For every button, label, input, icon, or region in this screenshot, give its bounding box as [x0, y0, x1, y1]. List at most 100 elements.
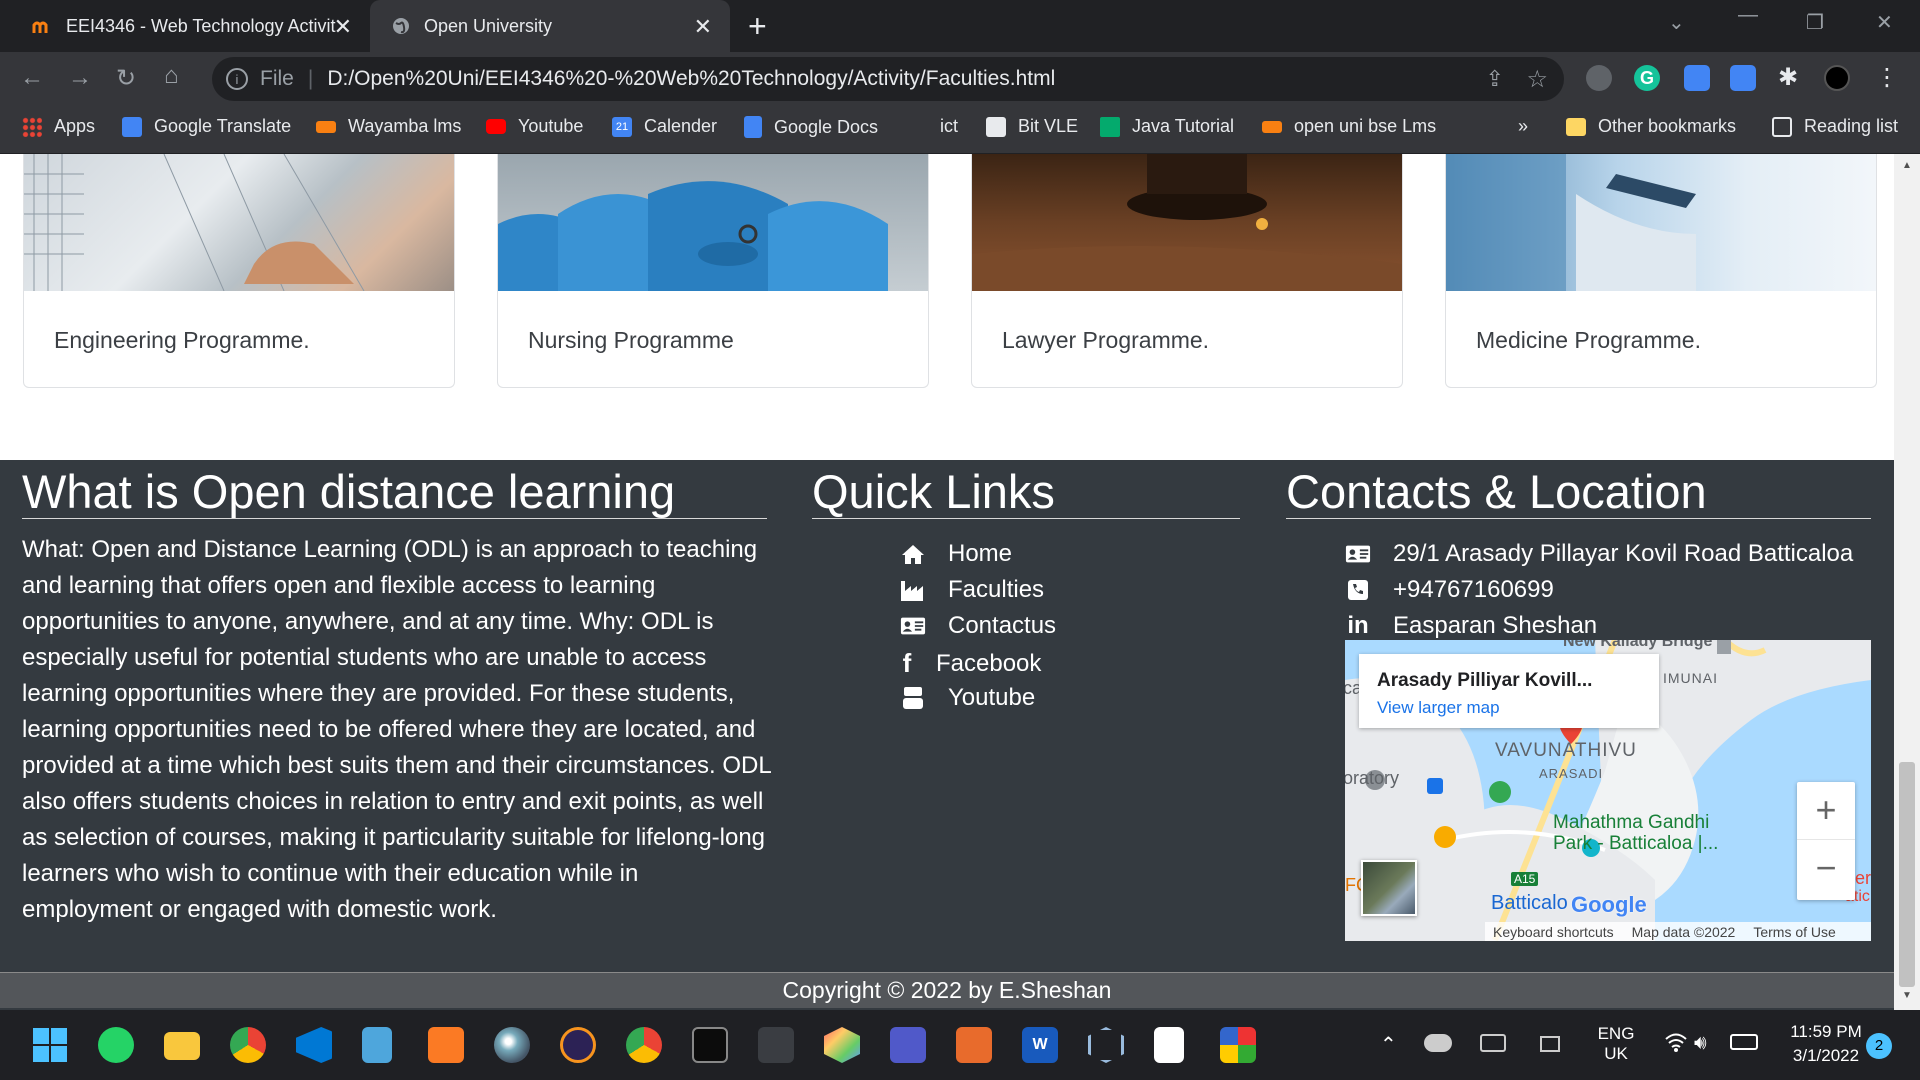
quick-link-facebook[interactable]: f Facebook — [900, 648, 1042, 679]
quick-link-youtube[interactable]: Youtube — [900, 684, 1035, 712]
terms-of-use-link[interactable]: Terms of Use — [1753, 924, 1835, 940]
tab-search-icon[interactable]: ⌄ — [1668, 10, 1685, 35]
teams-icon[interactable] — [890, 1027, 926, 1063]
tab-web-technology[interactable]: EEI4346 - Web Technology Activit ✕ — [14, 0, 370, 52]
quick-link-label: Faculties — [948, 576, 1045, 603]
keyboard-shortcuts-link[interactable]: Keyboard shortcuts — [1493, 924, 1614, 940]
scroll-up-arrow-icon[interactable]: ▲ — [1902, 160, 1912, 171]
close-icon[interactable]: ✕ — [694, 14, 712, 40]
virtualbox-icon[interactable] — [1088, 1027, 1124, 1063]
reading-list-button[interactable]: Reading list — [1772, 116, 1898, 137]
chrome-icon[interactable] — [230, 1027, 266, 1063]
windows-taskbar: W ⌃ ENG UK 🔊︎ 11:59 PM 3/1/2022 2 — [0, 1010, 1920, 1080]
bookmark-label: ict — [940, 116, 958, 136]
zoom-out-button[interactable]: − — [1797, 840, 1855, 898]
office-app-icon[interactable] — [956, 1027, 992, 1063]
quick-link-contactus[interactable]: Contactus — [900, 612, 1056, 640]
3d-box-icon[interactable] — [824, 1027, 860, 1063]
terminal-icon[interactable] — [692, 1027, 728, 1063]
bookmark-label: Bit VLE — [1018, 116, 1079, 136]
forward-arrow-icon[interactable]: → — [68, 64, 92, 92]
google-map[interactable]: New Kallady Bridge IMUNAI VAVUNATHIVU AR… — [1345, 640, 1871, 941]
menu-dots-icon[interactable]: ⋮ — [1874, 65, 1900, 91]
scrollbar-thumb[interactable] — [1899, 762, 1915, 987]
xampp-icon[interactable] — [428, 1027, 464, 1063]
grammarly-icon[interactable]: G — [1634, 65, 1660, 91]
chevron-up-icon[interactable]: ⌃ — [1380, 1032, 1397, 1057]
bookmark-wayamba-lms[interactable]: Wayamba lms — [316, 116, 461, 137]
medicine-image — [1446, 154, 1876, 291]
avatar[interactable] — [1824, 65, 1850, 91]
map-label-arasadi: ARASADI — [1539, 766, 1604, 781]
bookmark-google-docs[interactable]: Google Docs — [744, 116, 878, 138]
tab-open-university[interactable]: Open University ✕ — [370, 0, 730, 52]
puzzle-icon[interactable]: ✱ — [1778, 65, 1804, 91]
eclipse-icon[interactable] — [560, 1027, 596, 1063]
chevron-double-right-icon: » — [1518, 116, 1529, 136]
url-text[interactable]: D:/Open%20Uni/EEI4346%20-%20Web%20Techno… — [327, 67, 1055, 91]
whatsapp-icon[interactable] — [98, 1027, 134, 1063]
satellite-toggle[interactable] — [1361, 860, 1417, 916]
color-grid-app-icon[interactable] — [1220, 1027, 1256, 1063]
google-translate-extension-icon[interactable] — [1730, 65, 1756, 91]
bookmark-calender[interactable]: 21 Calender — [612, 116, 717, 137]
bookmark-star-icon[interactable]: ☆ — [1526, 65, 1548, 94]
speaker-icon[interactable]: 🔊︎ — [1694, 1032, 1707, 1055]
paint-icon[interactable] — [494, 1027, 530, 1063]
snipping-tool-icon[interactable] — [758, 1027, 794, 1063]
view-larger-map-link[interactable]: View larger map — [1377, 698, 1500, 718]
restore-button[interactable]: ❐ — [1806, 10, 1824, 35]
file-explorer-icon[interactable] — [164, 1032, 200, 1060]
share-icon[interactable]: ⇪ — [1486, 66, 1504, 92]
bookmark-google-translate[interactable]: Google Translate — [122, 116, 291, 137]
wifi-icon[interactable] — [1664, 1032, 1688, 1058]
bookmark-java-tutorial[interactable]: Java Tutorial — [1100, 116, 1234, 137]
quick-link-faculties[interactable]: Faculties — [900, 576, 1044, 604]
address-bar[interactable]: i File | D:/Open%20Uni/EEI4346%20-%20Web… — [212, 57, 1564, 101]
bookmark-bit-vle[interactable]: Bit VLE — [986, 116, 1078, 137]
document-python-icon[interactable] — [1154, 1027, 1184, 1063]
page-scrollbar[interactable]: ▲ ▼ — [1894, 154, 1920, 1010]
chrome-icon[interactable] — [626, 1027, 662, 1063]
reload-icon[interactable]: ↻ — [116, 64, 136, 93]
windows-start-icon[interactable] — [32, 1027, 68, 1063]
close-window-button[interactable]: ✕ — [1876, 10, 1893, 35]
onedrive-icon[interactable] — [1424, 1034, 1452, 1052]
card-lawyer[interactable]: Lawyer Programme. — [971, 154, 1403, 388]
tablet-icon[interactable] — [1540, 1036, 1560, 1052]
input-language[interactable]: ENG UK — [1594, 1024, 1638, 1064]
vscode-icon[interactable] — [296, 1027, 332, 1063]
keyboard-icon[interactable] — [1480, 1034, 1506, 1052]
industry-icon — [900, 579, 926, 601]
scroll-down-arrow-icon[interactable]: ▼ — [1902, 990, 1912, 1001]
clock[interactable]: 11:59 PM 3/1/2022 — [1776, 1022, 1876, 1066]
notification-badge[interactable]: 2 — [1866, 1033, 1892, 1059]
word-icon[interactable]: W — [1022, 1027, 1058, 1063]
card-medicine[interactable]: Medicine Programme. — [1445, 154, 1877, 388]
close-icon[interactable]: ✕ — [334, 14, 352, 40]
zoom-in-button[interactable]: + — [1797, 782, 1855, 840]
home-icon[interactable]: ⌂ — [164, 62, 179, 90]
battery-icon[interactable] — [1730, 1034, 1758, 1050]
extension-icon[interactable] — [1586, 65, 1612, 91]
map-footer-bar: Keyboard shortcuts Map data ©2022 Terms … — [1485, 922, 1871, 941]
bookmark-apps[interactable]: Apps — [22, 116, 95, 137]
notepad-icon[interactable] — [362, 1027, 392, 1063]
globe-icon — [390, 15, 412, 37]
quick-link-home[interactable]: Home — [900, 540, 1012, 568]
bookmark-ict[interactable]: ict — [940, 116, 958, 137]
info-icon[interactable]: i — [226, 68, 248, 90]
bookmark-label: Apps — [54, 116, 96, 136]
other-bookmarks-folder[interactable]: Other bookmarks — [1566, 116, 1736, 137]
card-nursing[interactable]: Nursing Programme — [497, 154, 929, 388]
bookmark-youtube[interactable]: Youtube — [486, 116, 583, 137]
translate-extension-icon[interactable] — [1684, 65, 1710, 91]
back-arrow-icon[interactable]: ← — [20, 64, 44, 92]
new-tab-button[interactable]: + — [748, 8, 767, 45]
more-bookmarks-button[interactable]: » — [1518, 116, 1528, 137]
card-engineering[interactable]: Engineering Programme. — [23, 153, 455, 388]
bookmark-open-uni-bse-lms[interactable]: open uni bse Lms — [1262, 116, 1436, 137]
map-place-card: Arasady Pilliyar Kovill... View larger m… — [1359, 654, 1659, 728]
contact-linkedin[interactable]: in Easparan Sheshan — [1345, 612, 1597, 640]
minimize-button[interactable]: — — [1738, 4, 1758, 27]
